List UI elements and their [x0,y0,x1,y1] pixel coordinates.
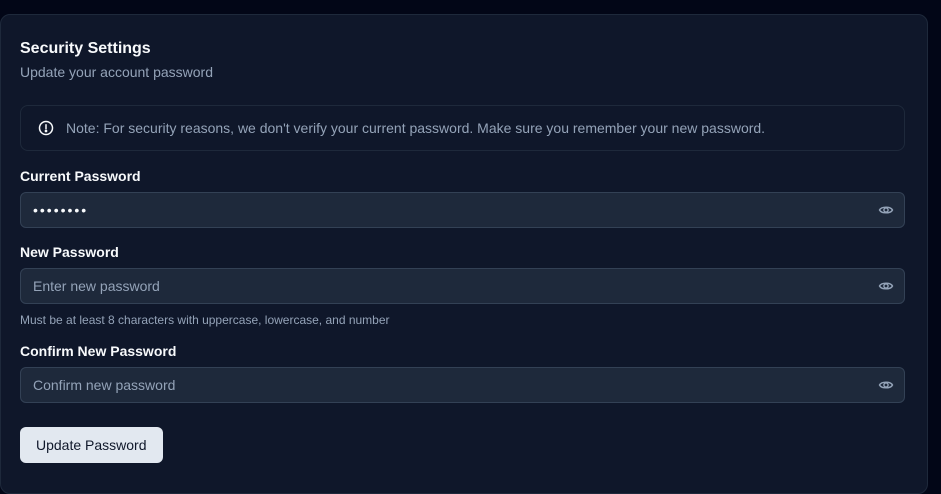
new-password-input[interactable] [21,269,878,303]
eye-icon[interactable] [878,202,894,218]
card-subtitle: Update your account password [20,64,213,80]
card-title: Security Settings [20,40,151,57]
alert-circle-icon [38,120,54,136]
confirm-password-label: Confirm New Password [20,343,177,359]
new-password-field[interactable] [20,268,905,304]
security-settings-card: Security Settings Update your account pa… [0,14,928,494]
confirm-password-input[interactable] [21,368,878,402]
current-password-label: Current Password [20,168,141,184]
password-requirements-hint: Must be at least 8 characters with upper… [20,313,390,327]
security-note-alert: Note: For security reasons, we don't ver… [20,105,905,151]
eye-icon[interactable] [878,278,894,294]
confirm-password-group: Confirm New Password [20,342,905,403]
new-password-label: New Password [20,244,119,260]
current-password-field[interactable]: •••••••• [20,192,905,228]
update-password-button[interactable]: Update Password [20,427,163,463]
current-password-group: Current Password •••••••• [20,167,905,228]
new-password-group: New Password Must be at least 8 characte… [20,243,905,327]
confirm-password-field[interactable] [20,367,905,403]
eye-icon[interactable] [878,377,894,393]
current-password-value[interactable]: •••••••• [21,202,878,218]
alert-text: Note: For security reasons, we don't ver… [66,120,766,136]
